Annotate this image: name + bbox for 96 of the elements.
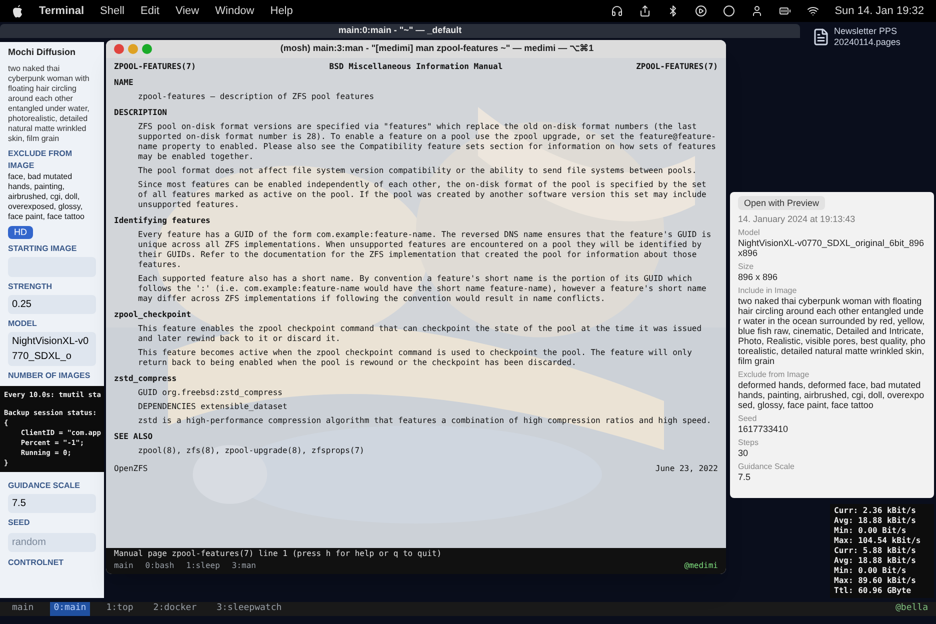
- info-label: Guidance Scale: [738, 462, 796, 472]
- field-value[interactable]: NightVisionXL-v0770_SDXL_o: [8, 332, 96, 366]
- man-page-header: ZPOOL-FEATURES(7): [636, 62, 718, 72]
- hd-toggle[interactable]: HD: [8, 226, 33, 239]
- host-label: @medimi: [684, 560, 718, 572]
- info-value: 896 x 896: [738, 272, 779, 282]
- apple-icon[interactable]: [12, 4, 23, 18]
- tmux-window-tab[interactable]: 0:bash: [145, 560, 174, 572]
- menu-item[interactable]: Terminal: [39, 2, 84, 20]
- menu-item[interactable]: Edit: [140, 2, 160, 20]
- stat-line: Avg: 18.88 kBit/s: [834, 516, 917, 526]
- clock: Sun 14. Jan 19:32: [834, 4, 924, 19]
- man-paragraph: GUID org.freebsd:zstd_compress: [138, 388, 284, 398]
- field-label: STRENGTH: [8, 281, 53, 293]
- stat-line: Curr: 5.88 kBit/s: [834, 546, 917, 556]
- tmux-window-tab[interactable]: main: [114, 560, 134, 572]
- man-paragraph: zpool(8), zfs(8), zpool-upgrade(8), zfsprops(7): [138, 446, 366, 456]
- man-paragraph: Each supported feature also has a short name. By convention a feature's short name is the portion of its GUID which follows the ':' (i.e. com.example:feature-name would have the short name feature-name), however a feature's short name may differ across ZFS implementations if following the convention would result in name conflicts.: [138, 274, 708, 304]
- man-paragraph: This feature becomes active when the zpool checkpoint command is used to checkpoint the pool. The feature will only return back to being enabled when the pool is rewound or the checkpoint has been discarded.: [138, 348, 693, 368]
- menu-item[interactable]: Shell: [100, 2, 124, 20]
- circle-icon[interactable]: [722, 5, 735, 17]
- man-paragraph: zpool-features — description of ZFS pool features: [138, 92, 376, 102]
- info-value: 30: [738, 448, 750, 458]
- field-value[interactable]: 7.5: [8, 494, 96, 513]
- stat-line: Max: 104.54 kBit/s: [834, 536, 922, 546]
- date-text: 14. January 2024 at 19:13:43: [738, 214, 856, 224]
- menu-item[interactable]: Window: [215, 2, 254, 20]
- play-icon[interactable]: [694, 5, 707, 17]
- field-label: NUMBER OF IMAGES: [8, 370, 92, 382]
- tmux-window-tab[interactable]: main: [8, 602, 38, 616]
- user-icon[interactable]: [750, 5, 763, 17]
- pager-prompt: Manual page zpool-features(7) line 1 (press h for help or q to quit): [106, 548, 726, 560]
- seed-field[interactable]: random: [8, 533, 96, 552]
- stat-line: Max: 89.60 kBit/s: [834, 576, 917, 586]
- window-title: main:0:main - "~" — _default: [338, 24, 462, 38]
- stat-line: Ttl: 60.96 GByte: [834, 586, 912, 596]
- info-label: Include in Image: [738, 286, 798, 296]
- man-paragraph: Since most features can be enabled independently of each other, the on-disk format of the pool is specified by the set of all features marked as active on the pool. If the pool was created by another software version this set may include unsupported features.: [138, 180, 708, 210]
- stat-line: Curr: 2.36 kBit/s: [834, 506, 917, 516]
- section-heading: SEE ALSO: [114, 432, 154, 442]
- man-paragraph: This feature enables the zpool checkpoint command that can checkpoint the state of the pool at the time it was issued and later rewind back to it or discard it.: [138, 324, 703, 344]
- info-label: Steps: [738, 438, 760, 448]
- info-label: Seed: [738, 414, 758, 424]
- field-label: SEED: [8, 517, 31, 529]
- file-subtitle: 20240114.pages: [834, 37, 900, 48]
- section-heading: Identifying features: [114, 216, 212, 226]
- headphones-icon[interactable]: [610, 5, 623, 17]
- man-page-header: BSD Miscellaneous Information Manual: [329, 62, 503, 72]
- menu-item[interactable]: Help: [270, 2, 293, 20]
- stat-line: Avg: 18.88 kBit/s: [834, 556, 917, 566]
- man-paragraph: zstd is a high-performance compression algorithm that features a combination of high compression ratios and high speed.: [138, 416, 712, 426]
- window-title: (mosh) main:3:man - "[medimi] man zpool-features ~" — medimi — ⌥⌘1: [279, 42, 595, 56]
- tmux-window-tab[interactable]: 3:man: [232, 560, 256, 572]
- section-heading: NAME: [114, 78, 134, 88]
- field-label: STARTING IMAGE: [8, 243, 78, 255]
- tmux-window-tab[interactable]: 1:top: [102, 602, 138, 616]
- document-icon[interactable]: [812, 28, 830, 46]
- field-value[interactable]: 0.25: [8, 295, 96, 314]
- man-page-footer: OpenZFS: [114, 464, 148, 474]
- close-button[interactable]: [114, 44, 124, 54]
- negative-prompt-text[interactable]: face, bad mutated hands, painting, airbrushed, cgi, doll, overexposed, glossy, face paint, face tattoo: [8, 172, 96, 222]
- window-title: Mochi Diffusion: [8, 46, 76, 59]
- file-name[interactable]: Newsletter PPS: [834, 26, 900, 38]
- tmux-window-tab[interactable]: 2:docker: [149, 602, 201, 616]
- man-page-footer: June 23, 2022: [655, 464, 718, 474]
- info-label: Size: [738, 262, 755, 272]
- section-heading: zstd_compress: [114, 374, 178, 384]
- tmux-window-tab[interactable]: 3:sleepwatch: [212, 602, 286, 616]
- info-value: 1617733410: [738, 424, 790, 434]
- field-label: MODEL: [8, 318, 38, 330]
- section-label: EXCLUDE FROM IMAGE: [8, 148, 73, 172]
- section-heading: zpool_checkpoint: [114, 310, 192, 320]
- stat-line: Min: 0.00 Bit/s: [834, 566, 908, 576]
- menu-item[interactable]: View: [175, 2, 200, 20]
- info-value: two naked thai cyberpunk woman with floating hair circling around each other entangled under water in the ocean surrounded by red, yellow, blue fish raw, cinematic, Detailed and Intricate, Photo, Realistic, visible pores, best quality, photorealistic, detailed natural matte wrinkled skin, film grain: [738, 296, 926, 366]
- section-heading: DESCRIPTION: [114, 108, 168, 118]
- info-value: NightVisionXL-v0770_SDXL_original_6bit_896x896: [738, 238, 925, 258]
- field-label: CONTROLNET: [8, 557, 65, 569]
- man-paragraph: DEPENDENCIES extensible_dataset: [138, 402, 288, 412]
- battery-icon[interactable]: [778, 5, 791, 17]
- man-paragraph: Every feature has a GUID of the form com.example:feature-name. The reversed DNS name ensures that the feature's GUID is unique across all ZFS implementations. When unsupported features are encountered on a pool they will be identified by their GUIDs. Refer to the documentation for the ZFS implementation that created the pool for information about those features.: [138, 230, 712, 270]
- info-label: Model: [738, 228, 761, 238]
- stat-line: Min: 0.00 Bit/s: [834, 526, 908, 536]
- open-with-preview-button[interactable]: Open with Preview: [738, 196, 826, 210]
- info-value: 7.5: [738, 472, 752, 482]
- tmux-window-tab[interactable]: 0:main: [50, 602, 90, 616]
- tmux-window-tab[interactable]: 1:sleep: [186, 560, 220, 572]
- info-label: Exclude from Image: [738, 370, 810, 380]
- man-paragraph: The pool format does not affect file system version compatibility or the ability to send file systems between pools.: [138, 166, 698, 176]
- man-paragraph: ZFS pool on-disk format versions are specified via "features" which replace the old on-disk format numbers (the last supported on-disk format number is 28). To enable a feature on a pool use the zpool upgrade, or set the feature@feature-name property to enabled. Please also see the Compatibility feature sets section for information on how sets of features may be enabled together.: [138, 122, 717, 162]
- info-value: deformed hands, deformed face, bad mutated hands, painting, airbrushed, cgi, doll, overexposed, glossy, face paint, face tattoo: [738, 380, 926, 410]
- prompt-text[interactable]: two naked thai cyberpunk woman with floating hair circling around each other entangled under water, photorealistic, detailed natural matte wrinkled skin, film grain: [8, 64, 96, 144]
- share-icon[interactable]: [638, 5, 651, 17]
- man-page-header: ZPOOL-FEATURES(7): [114, 62, 196, 72]
- field-label: GUIDANCE SCALE: [8, 480, 82, 492]
- host-label: @bella: [895, 602, 928, 616]
